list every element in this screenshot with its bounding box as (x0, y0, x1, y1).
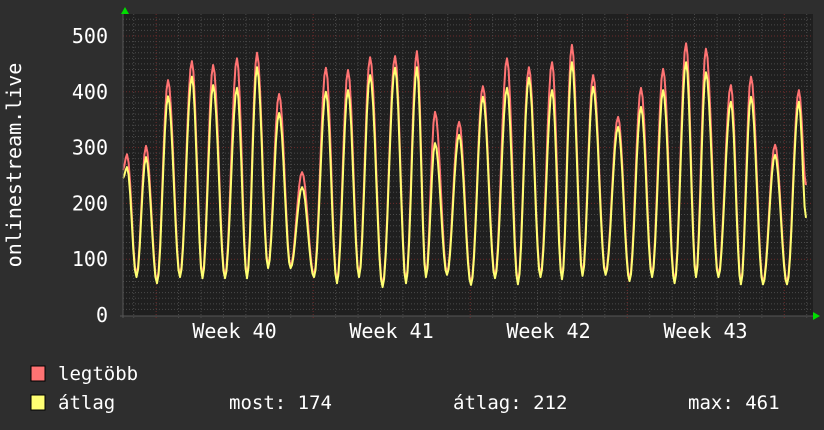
legend-swatch-max (30, 365, 46, 382)
y-axis-arrow-icon (121, 7, 129, 14)
y-tick-label: 100 (72, 247, 108, 271)
rrd-graph: 0 100 200 300 400 500 Week 40 Week 41 Week 42 We… (0, 0, 824, 430)
y-tick-labels: 0 100 200 300 400 500 (72, 24, 108, 327)
legend-now-value: most: 174 (229, 392, 332, 414)
y-tick-label: 300 (72, 136, 108, 160)
legend-swatch-avg (30, 394, 46, 411)
y-tick-label: 200 (72, 191, 108, 215)
y-axis-title: onlinestream.live (2, 63, 26, 268)
legend-max-value: max: 461 (688, 392, 780, 414)
x-tick-label: Week 43 (663, 319, 747, 343)
x-tick-label: Week 40 (192, 319, 276, 343)
legend-label-max: legtöbb (58, 363, 138, 385)
x-tick-label: Week 41 (349, 319, 433, 343)
chart-svg: 0100200300400500 Week 40 Week 41 Week 42 We… (2, 7, 820, 414)
legend-average-value: átlag: 212 (453, 392, 567, 414)
y-tick-label: 0 (96, 303, 108, 327)
y-tick-label: 400 (72, 80, 108, 104)
x-tick-labels: Week 40 Week 41 Week 42 Week 43 (192, 319, 747, 343)
y-tick-label: 500 (72, 24, 108, 48)
x-axis-arrow-icon (813, 312, 820, 320)
legend-label-avg: átlag (58, 392, 115, 414)
x-tick-label: Week 42 (506, 319, 590, 343)
